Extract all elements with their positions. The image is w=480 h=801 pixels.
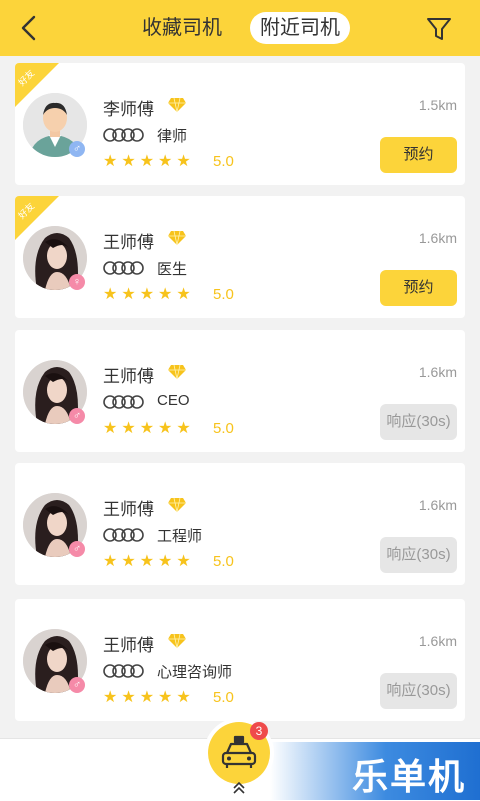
rings-icon [103,261,144,275]
driver-name: 李师傅 [103,100,154,119]
female-gender-icon: ♀ [69,274,85,290]
distance: 1.6km [418,230,457,246]
star-rating-icon: ★★★★★ [103,689,195,706]
filter-icon[interactable] [424,14,454,44]
reserve-button[interactable]: 预约 [380,270,457,306]
rating-value: 5.0 [213,689,234,706]
male-gender-icon: ♂ [69,408,85,424]
rings-icon [103,664,144,678]
rings-icon [103,395,144,409]
diamond-icon [168,497,186,513]
respond-countdown-button[interactable]: 响应(30s) [380,537,457,573]
diamond-icon [168,97,186,113]
driver-profession: 律师 [157,128,188,145]
driver-card[interactable]: 好友 ♀ 王师傅 医生 ★★★★★ 5.0 1.6km 预约 [15,196,465,318]
distance: 1.5km [418,97,457,113]
star-rating-icon: ★★★★★ [103,153,195,170]
driver-name: 王师傅 [103,233,154,252]
driver-card[interactable]: ♂ 王师傅 工程师 ★★★★★ 5.0 1.6km 响应(30s) [15,463,465,585]
rating-value: 5.0 [213,553,234,570]
driver-name: 王师傅 [103,636,154,655]
rings-icon [103,128,144,142]
respond-countdown-button[interactable]: 响应(30s) [380,673,457,709]
tab-nearby-drivers[interactable]: 附近司机 [250,12,350,44]
diamond-icon [168,633,186,649]
diamond-icon [168,230,186,246]
rating-value: 5.0 [213,153,234,170]
rating-value: 5.0 [213,286,234,303]
driver-card[interactable]: ♂ 王师傅 CEO ★★★★★ 5.0 1.6km 响应(30s) [15,330,465,452]
driver-profession: 心理咨询师 [157,664,233,681]
male-gender-icon: ♂ [69,141,85,157]
star-rating-icon: ★★★★★ [103,286,195,303]
driver-profession: 工程师 [157,528,203,545]
tab-favorite-drivers[interactable]: 收藏司机 [142,12,222,44]
male-gender-icon: ♂ [69,541,85,557]
back-arrow-icon[interactable] [14,12,46,44]
driver-name: 王师傅 [103,367,154,386]
distance: 1.6km [418,633,457,649]
distance: 1.6km [418,497,457,513]
distance: 1.6km [418,364,457,380]
rating-value: 5.0 [213,420,234,437]
watermark: 乐单机 [270,742,480,800]
driver-name: 王师傅 [103,500,154,519]
chevron-up-icon[interactable] [231,781,247,795]
diamond-icon [168,364,186,380]
star-rating-icon: ★★★★★ [103,420,195,437]
star-rating-icon: ★★★★★ [103,553,195,570]
reserve-button[interactable]: 预约 [380,137,457,173]
notification-badge: 3 [250,722,268,740]
male-gender-icon: ♂ [69,677,85,693]
driver-card[interactable]: 好友 ♂ 李师傅 律师 ★★★★★ 5.0 1.5km 预约 [15,63,465,185]
driver-profession: 医生 [157,261,188,278]
respond-countdown-button[interactable]: 响应(30s) [380,404,457,440]
driver-profession: CEO [157,392,190,409]
driver-card[interactable]: ♂ 王师傅 心理咨询师 ★★★★★ 5.0 1.6km 响应(30s) [15,599,465,721]
top-bar: 收藏司机 附近司机 [0,0,480,56]
rings-icon [103,528,144,542]
